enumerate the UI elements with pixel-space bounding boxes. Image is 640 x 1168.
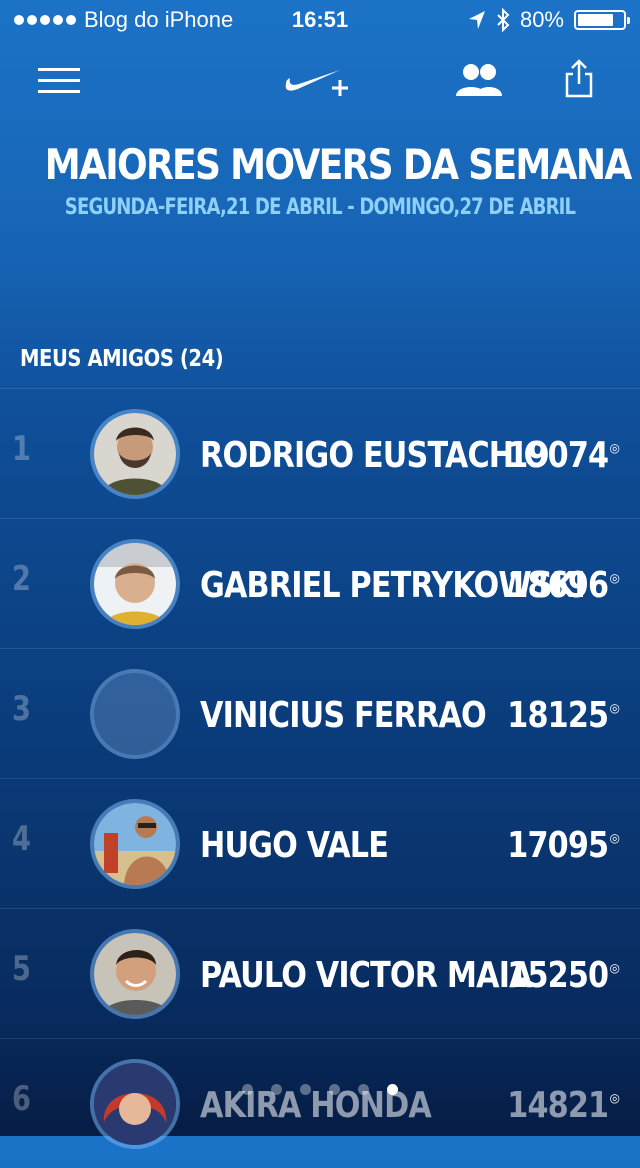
leaderboard-row[interactable]: 1 RODRIGO EUSTACHIO 19074 ◎ — [0, 388, 640, 518]
fuel-icon: ◎ — [609, 441, 620, 455]
friends-section-label: MEUS AMIGOS (24) — [20, 346, 224, 372]
rank: 1 — [12, 429, 31, 469]
friend-name: VINICIUS FERRAO — [200, 695, 487, 736]
leaderboard-row[interactable]: 5 PAULO VICTOR MAIA 15250 ◎ — [0, 908, 640, 1038]
rank: 2 — [12, 559, 31, 599]
fuel-icon: ◎ — [609, 831, 620, 845]
page-dot — [358, 1084, 369, 1095]
avatar[interactable] — [90, 539, 180, 629]
bluetooth-icon — [497, 8, 510, 32]
leaderboard-row[interactable]: 3 VINICIUS FERRAO 18125 ◎ — [0, 648, 640, 778]
page-title: MAIORES MOVERS DA SEMANA — [44, 140, 633, 189]
fuel-icon: ◎ — [609, 571, 620, 585]
location-icon — [468, 11, 485, 29]
battery-percent: 80% — [519, 7, 564, 32]
avatar[interactable] — [90, 929, 180, 1019]
page-indicator[interactable] — [0, 1084, 640, 1095]
fuel-score: 19074 — [506, 435, 609, 476]
menu-icon[interactable] — [38, 68, 80, 94]
friend-name: HUGO VALE — [200, 825, 389, 866]
status-right: 80% — [468, 7, 630, 33]
fuel-score: 18125 — [506, 695, 609, 736]
leaderboard-row[interactable]: 4 HUGO VALE 17095 ◎ — [0, 778, 640, 908]
battery-icon — [574, 10, 630, 30]
rank: 4 — [12, 819, 31, 859]
friends-icon[interactable] — [454, 62, 504, 98]
avatar[interactable] — [90, 799, 180, 889]
nav-bar — [0, 48, 640, 112]
date-range: SEGUNDA-FEIRA,21 DE ABRIL - DOMINGO,27 D… — [64, 195, 576, 220]
avatar[interactable] — [90, 409, 180, 499]
fuel-score: 15250 — [506, 955, 609, 996]
leaderboard-list: 1 RODRIGO EUSTACHIO 19074 ◎ 2 GABRIEL PE… — [0, 388, 640, 1168]
page-dot — [271, 1084, 282, 1095]
share-icon[interactable] — [564, 58, 594, 98]
page-dot — [387, 1084, 398, 1095]
rank: 5 — [12, 949, 31, 989]
nike-plus-logo[interactable] — [282, 58, 358, 98]
page-heading: MAIORES MOVERS DA SEMANA SEGUNDA-FEIRA,2… — [0, 140, 640, 220]
avatar-placeholder[interactable] — [90, 669, 180, 759]
fuel-icon: ◎ — [609, 961, 620, 975]
status-bar: Blog do iPhone 16:51 80% — [0, 0, 640, 40]
leaderboard-row[interactable]: 2 GABRIEL PETRYKOWSKI 18696 ◎ — [0, 518, 640, 648]
fuel-score: 17095 — [506, 825, 609, 866]
page-dot — [242, 1084, 253, 1095]
fuel-icon: ◎ — [609, 701, 620, 715]
friend-name: RODRIGO EUSTACHIO — [200, 435, 549, 476]
friend-name: PAULO VICTOR MAIA — [200, 955, 533, 996]
page-dot — [329, 1084, 340, 1095]
leaderboard-row[interactable]: 6 AKIRA HONDA 14821 ◎ — [0, 1038, 640, 1168]
page-dot — [300, 1084, 311, 1095]
rank: 3 — [12, 689, 31, 729]
fuel-score: 18696 — [506, 565, 609, 606]
